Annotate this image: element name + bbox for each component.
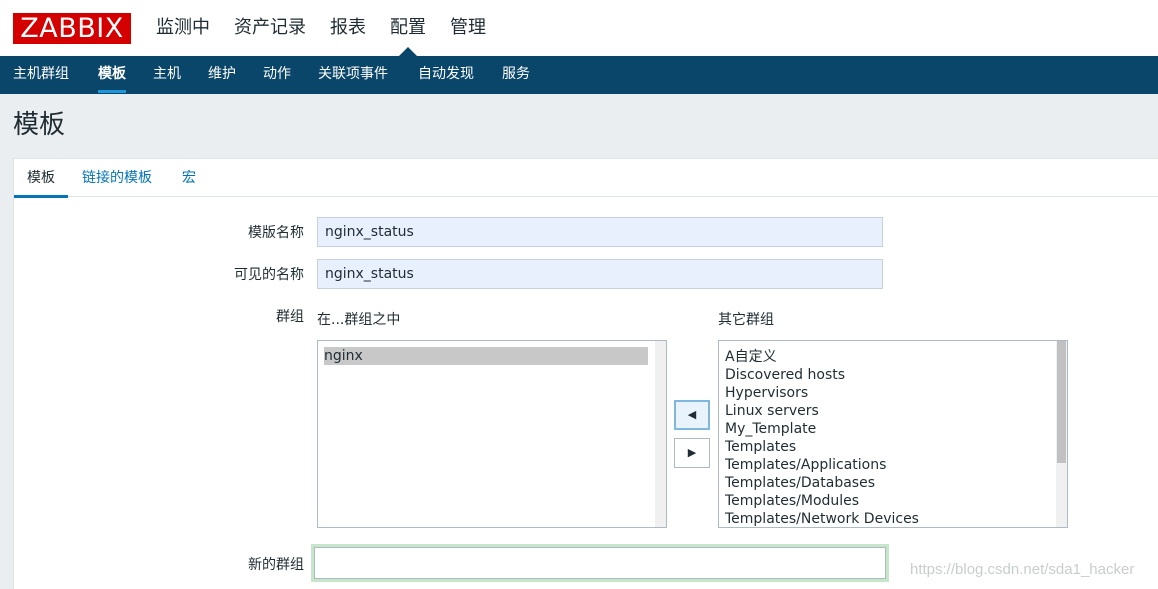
arrow-left-icon: ◀ [687, 408, 697, 421]
form-tabs: 模板 链接的模板 宏 [14, 159, 1158, 198]
listbox-option[interactable]: Templates/Applications [719, 456, 1067, 474]
menu-inventory[interactable]: 资产记录 [234, 0, 306, 56]
listbox-option[interactable]: Templates/Databases [719, 474, 1067, 492]
tab-linked-templates[interactable]: 链接的模板 [82, 159, 152, 197]
main-menu: 监测中 资产记录 报表 配置 管理 [156, 0, 510, 56]
listbox-option[interactable]: Linux servers [719, 402, 1067, 420]
submenu-templates[interactable]: 模板 [98, 56, 126, 94]
menu-administration[interactable]: 管理 [450, 0, 486, 56]
tab-macros[interactable]: 宏 [182, 159, 196, 197]
in-groups-listbox[interactable]: nginx [317, 340, 667, 528]
watermark: https://blog.csdn.net/sda1_hacker [910, 561, 1135, 578]
submenu-services[interactable]: 服务 [502, 56, 530, 94]
arrow-right-icon: ▶ [687, 446, 697, 459]
in-groups-scrollbar[interactable] [655, 341, 666, 527]
tab-active-underline [14, 195, 68, 198]
sub-menu: 主机群组 模板 主机 维护 动作 关联项事件 自动发现 服务 [0, 56, 1158, 94]
listbox-option[interactable]: Templates/Network Devices [719, 510, 1067, 527]
submenu-host-groups[interactable]: 主机群组 [13, 56, 69, 94]
listbox-option[interactable]: Templates [719, 438, 1067, 456]
visible-name-label: 可见的名称 [234, 267, 304, 283]
new-group-label: 新的群组 [248, 557, 304, 573]
template-name-input[interactable]: nginx_status [317, 217, 883, 247]
menu-monitoring[interactable]: 监测中 [156, 0, 210, 56]
tab-template-label: 模板 [27, 170, 55, 186]
visible-name-input[interactable]: nginx_status [317, 259, 883, 289]
template-name-label: 模版名称 [248, 225, 304, 241]
listbox-option[interactable]: Hypervisors [719, 384, 1067, 402]
other-groups-listbox[interactable]: A自定义 Discovered hosts Hypervisors Linux … [718, 340, 1068, 528]
zabbix-logo[interactable]: ZABBIX [13, 13, 131, 44]
listbox-option[interactable]: My_Template [719, 420, 1067, 438]
groups-label: 群组 [276, 309, 304, 325]
template-form-panel: 模板 链接的模板 宏 模版名称 nginx_status 可见的名称 nginx… [13, 158, 1158, 589]
new-group-field-wrapper [311, 544, 889, 582]
submenu-maintenance[interactable]: 维护 [208, 56, 236, 94]
listbox-option[interactable]: Templates/Modules [719, 492, 1067, 510]
menu-configuration[interactable]: 配置 [390, 0, 426, 56]
tab-template[interactable]: 模板 [14, 159, 68, 198]
page-title: 模板 [13, 110, 66, 140]
submenu-hosts[interactable]: 主机 [153, 56, 181, 94]
other-groups-scrollbar[interactable] [1056, 341, 1067, 527]
listbox-option[interactable]: A自定义 [719, 348, 1067, 366]
submenu-discovery[interactable]: 自动发现 [418, 56, 474, 94]
other-groups-label: 其它群组 [718, 312, 774, 328]
listbox-option[interactable]: nginx [324, 347, 648, 365]
listbox-option[interactable]: Discovered hosts [719, 366, 1067, 384]
active-indicator [98, 90, 126, 93]
move-left-button[interactable]: ◀ [674, 400, 710, 430]
menu-reports[interactable]: 报表 [330, 0, 366, 56]
move-right-button[interactable]: ▶ [674, 438, 710, 468]
submenu-templates-label: 模板 [98, 66, 126, 82]
submenu-actions[interactable]: 动作 [263, 56, 291, 94]
new-group-input[interactable] [314, 547, 886, 579]
top-header: ZABBIX 监测中 资产记录 报表 配置 管理 [0, 0, 1158, 56]
submenu-event-correlation[interactable]: 关联项事件 [318, 56, 388, 94]
scrollbar-thumb[interactable] [1057, 341, 1066, 463]
in-groups-label: 在...群组之中 [317, 312, 401, 328]
